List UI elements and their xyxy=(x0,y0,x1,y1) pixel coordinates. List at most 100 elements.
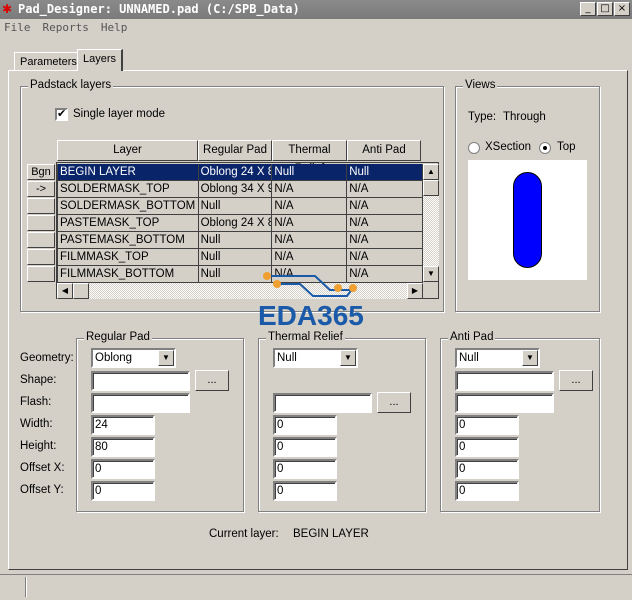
table-cell[interactable]: FILMMASK_TOP xyxy=(58,249,199,265)
table-cell[interactable]: Oblong 34 X 90 xyxy=(199,181,273,197)
type-label: Type: xyxy=(468,111,497,123)
table-cell[interactable]: N/A xyxy=(347,198,423,214)
single-layer-checkbox[interactable]: ✔ xyxy=(55,108,68,121)
table-cell[interactable]: N/A xyxy=(347,181,423,197)
minimize-button[interactable]: _ xyxy=(580,2,596,16)
table-row[interactable]: SOLDERMASK_TOPOblong 34 X 90N/AN/A xyxy=(58,181,423,198)
row-header-button[interactable] xyxy=(27,232,55,248)
menu-reports[interactable]: Reports xyxy=(43,21,89,34)
table-cell[interactable]: N/A xyxy=(272,232,348,248)
scroll-up-button[interactable]: ▲ xyxy=(423,164,439,180)
table-cell[interactable]: Null xyxy=(272,164,348,180)
top-radio[interactable] xyxy=(539,142,551,154)
table-cell[interactable]: N/A xyxy=(347,232,423,248)
row-header-button[interactable] xyxy=(27,215,55,231)
table-cell[interactable]: BEGIN LAYER xyxy=(58,164,199,180)
group-title: Thermal Relief xyxy=(266,331,345,343)
tab-parameters[interactable]: Parameters xyxy=(14,52,83,70)
table-cell[interactable]: PASTEMASK_BOTTOM xyxy=(58,232,199,248)
row-header-button[interactable]: Bgn xyxy=(27,164,55,180)
chevron-down-icon[interactable]: ▼ xyxy=(158,350,174,366)
table-row[interactable]: FILMMASK_TOP Null N/A N/A xyxy=(58,249,423,266)
column-header-regular-pad[interactable]: Regular Pad xyxy=(198,140,272,161)
horizontal-scroll-thumb[interactable] xyxy=(73,283,89,299)
regular-flash-input[interactable] xyxy=(91,393,190,413)
regular-shape-browse-button[interactable]: ... xyxy=(195,370,229,391)
table-cell[interactable]: Null xyxy=(199,249,273,265)
group-title: Anti Pad xyxy=(448,331,496,343)
selected-value: Oblong xyxy=(95,352,133,364)
anti-offset-x-input[interactable]: 0 xyxy=(455,459,519,479)
table-cell[interactable]: Oblong 24 X 80 xyxy=(199,215,273,231)
menu-bar: File Reports Help xyxy=(4,21,127,34)
xsection-radio[interactable] xyxy=(468,142,480,154)
table-cell[interactable]: N/A xyxy=(272,198,348,214)
pad-shape xyxy=(513,172,542,268)
thermal-flash-input[interactable] xyxy=(273,393,372,413)
table-cell[interactable]: N/A xyxy=(272,181,348,197)
table-row[interactable]: BEGIN LAYEROblong 24 X 80NullNull xyxy=(58,164,423,181)
maximize-button[interactable]: □ xyxy=(597,2,613,16)
row-header-button[interactable] xyxy=(27,249,55,265)
regular-height-input[interactable]: 80 xyxy=(91,437,155,457)
table-cell[interactable]: N/A xyxy=(272,249,348,265)
column-header-layer[interactable]: Layer xyxy=(57,140,198,161)
regular-offset-y-input[interactable]: 0 xyxy=(91,481,155,501)
scroll-left-button[interactable]: ◀ xyxy=(57,283,73,299)
regular-shape-input[interactable] xyxy=(91,371,190,391)
table-cell[interactable]: Null xyxy=(199,198,273,214)
table-row[interactable]: SOLDERMASK_BOTTOM Null N/A N/A xyxy=(58,198,423,215)
row-header-button[interactable] xyxy=(27,266,55,282)
thermal-width-input[interactable]: 0 xyxy=(273,415,337,435)
anti-geometry-select[interactable]: Null ▼ xyxy=(455,348,540,368)
regular-width-input[interactable]: 24 xyxy=(91,415,155,435)
thermal-geometry-select[interactable]: Null ▼ xyxy=(273,348,358,368)
regular-geometry-select[interactable]: Oblong ▼ xyxy=(91,348,176,368)
anti-width-input[interactable]: 0 xyxy=(455,415,519,435)
table-row[interactable]: PASTEMASK_TOPOblong 24 X 80N/AN/A xyxy=(58,215,423,232)
anti-flash-input[interactable] xyxy=(455,393,554,413)
chevron-down-icon[interactable]: ▼ xyxy=(340,350,356,366)
tab-layers[interactable]: Layers xyxy=(77,49,124,71)
table-cell[interactable]: Null xyxy=(199,232,273,248)
anti-height-input[interactable]: 0 xyxy=(455,437,519,457)
height-label: Height: xyxy=(20,440,57,452)
table-row[interactable]: PASTEMASK_BOTTOM Null N/A N/A xyxy=(58,232,423,249)
window-title: Pad_Designer: UNNAMED.pad (C:/SPB_Data) xyxy=(18,2,300,16)
anti-shape-browse-button[interactable]: ... xyxy=(559,370,593,391)
table-cell[interactable]: FILMMASK_BOTTOM xyxy=(58,266,199,282)
menu-file[interactable]: File xyxy=(4,21,31,34)
vertical-scroll-thumb[interactable] xyxy=(423,180,439,196)
row-header-button[interactable] xyxy=(27,198,55,214)
close-button[interactable]: × xyxy=(614,2,630,16)
table-cell[interactable]: N/A xyxy=(347,215,423,231)
row-header-button[interactable]: -> xyxy=(27,181,55,197)
table-cell[interactable]: PASTEMASK_TOP xyxy=(58,215,199,231)
table-cell[interactable]: SOLDERMASK_BOTTOM xyxy=(58,198,199,214)
scroll-right-button[interactable]: ▶ xyxy=(407,283,423,299)
thermal-offset-y-input[interactable]: 0 xyxy=(273,481,337,501)
thermal-flash-browse-button[interactable]: ... xyxy=(377,392,411,413)
table-cell[interactable]: N/A xyxy=(347,249,423,265)
table-cell[interactable]: N/A xyxy=(272,215,348,231)
watermark-trace xyxy=(263,272,357,297)
anti-offset-y-input[interactable]: 0 xyxy=(455,481,519,501)
app-icon: ✱ xyxy=(2,2,13,16)
column-header-thermal-relief[interactable]: Thermal Relief xyxy=(272,140,347,175)
scroll-down-button[interactable]: ▼ xyxy=(423,266,439,282)
thermal-height-input[interactable]: 0 xyxy=(273,437,337,457)
menu-help[interactable]: Help xyxy=(101,21,128,34)
anti-shape-input[interactable] xyxy=(455,371,554,391)
group-title: Padstack layers xyxy=(28,79,114,91)
table-cell[interactable]: SOLDERMASK_TOP xyxy=(58,181,199,197)
selected-value: Null xyxy=(277,352,297,364)
offset-x-label: Offset X: xyxy=(20,462,65,474)
column-header-anti-pad[interactable]: Anti Pad xyxy=(347,140,421,161)
chevron-down-icon[interactable]: ▼ xyxy=(522,350,538,366)
offset-y-label: Offset Y: xyxy=(20,484,64,496)
thermal-offset-x-input[interactable]: 0 xyxy=(273,459,337,479)
table-cell[interactable]: Null xyxy=(347,164,423,180)
regular-offset-x-input[interactable]: 0 xyxy=(91,459,155,479)
table-cell[interactable]: Oblong 24 X 80 xyxy=(199,164,273,180)
group-title: Views xyxy=(463,79,498,91)
